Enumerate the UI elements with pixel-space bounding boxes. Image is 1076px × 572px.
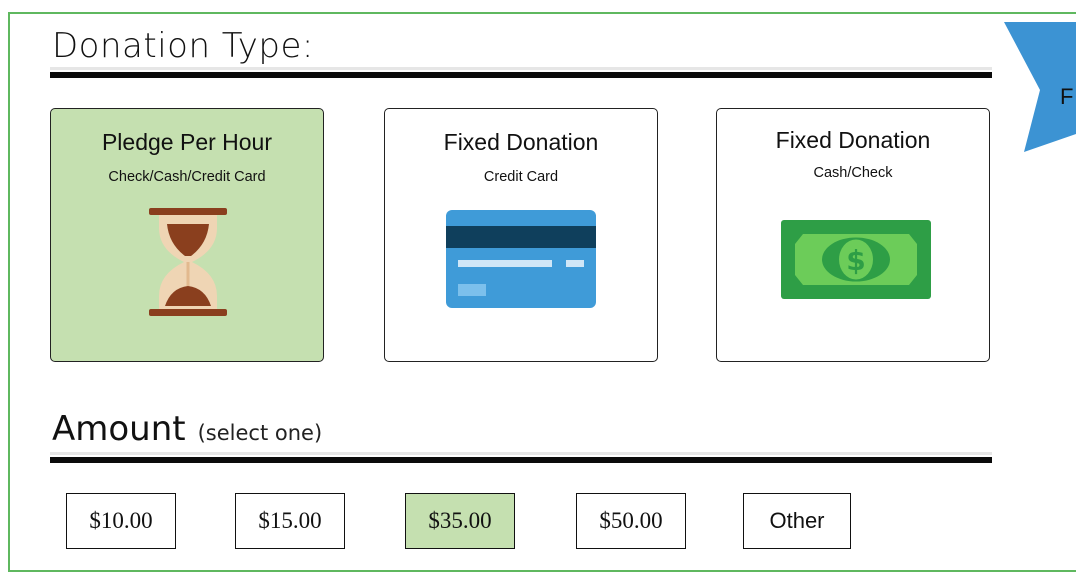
- ribbon-label: F: [1060, 84, 1074, 109]
- dollar-bill-icon: $: [781, 220, 931, 299]
- divider: [50, 457, 992, 463]
- amount-heading: Amount: [52, 409, 186, 449]
- svg-text:$: $: [846, 244, 865, 277]
- credit-card-icon: [446, 210, 596, 308]
- amount-option-15[interactable]: $15.00: [235, 493, 345, 549]
- card-title: Pledge Per Hour: [101, 129, 273, 155]
- divider: [50, 72, 992, 78]
- donation-type-card-fixed-cash-check[interactable]: Fixed Donation Cash/Check $: [716, 108, 990, 362]
- amount-hint: (select one): [197, 421, 323, 445]
- card-subtitle: Check/Cash/Credit Card: [108, 169, 266, 185]
- amount-heading-row: Amount (select one): [52, 409, 322, 449]
- donation-type-card-pledge-per-hour[interactable]: Pledge Per Hour Check/Cash/Credit Card: [50, 108, 324, 362]
- donation-type-heading: Donation Type:: [52, 26, 314, 66]
- amount-option-50[interactable]: $50.00: [576, 493, 686, 549]
- card-title: Fixed Donation: [775, 127, 931, 153]
- amount-option-35[interactable]: $35.00: [405, 493, 515, 549]
- card-title: Fixed Donation: [443, 129, 599, 155]
- amount-option-other[interactable]: Other: [743, 493, 851, 549]
- divider: [50, 67, 992, 70]
- amount-option-10[interactable]: $10.00: [66, 493, 176, 549]
- hourglass-icon: [149, 208, 227, 316]
- card-subtitle: Credit Card: [483, 169, 559, 185]
- donation-type-card-fixed-credit-card[interactable]: Fixed Donation Credit Card: [384, 108, 658, 362]
- divider: [50, 452, 992, 455]
- card-subtitle: Cash/Check: [813, 165, 893, 181]
